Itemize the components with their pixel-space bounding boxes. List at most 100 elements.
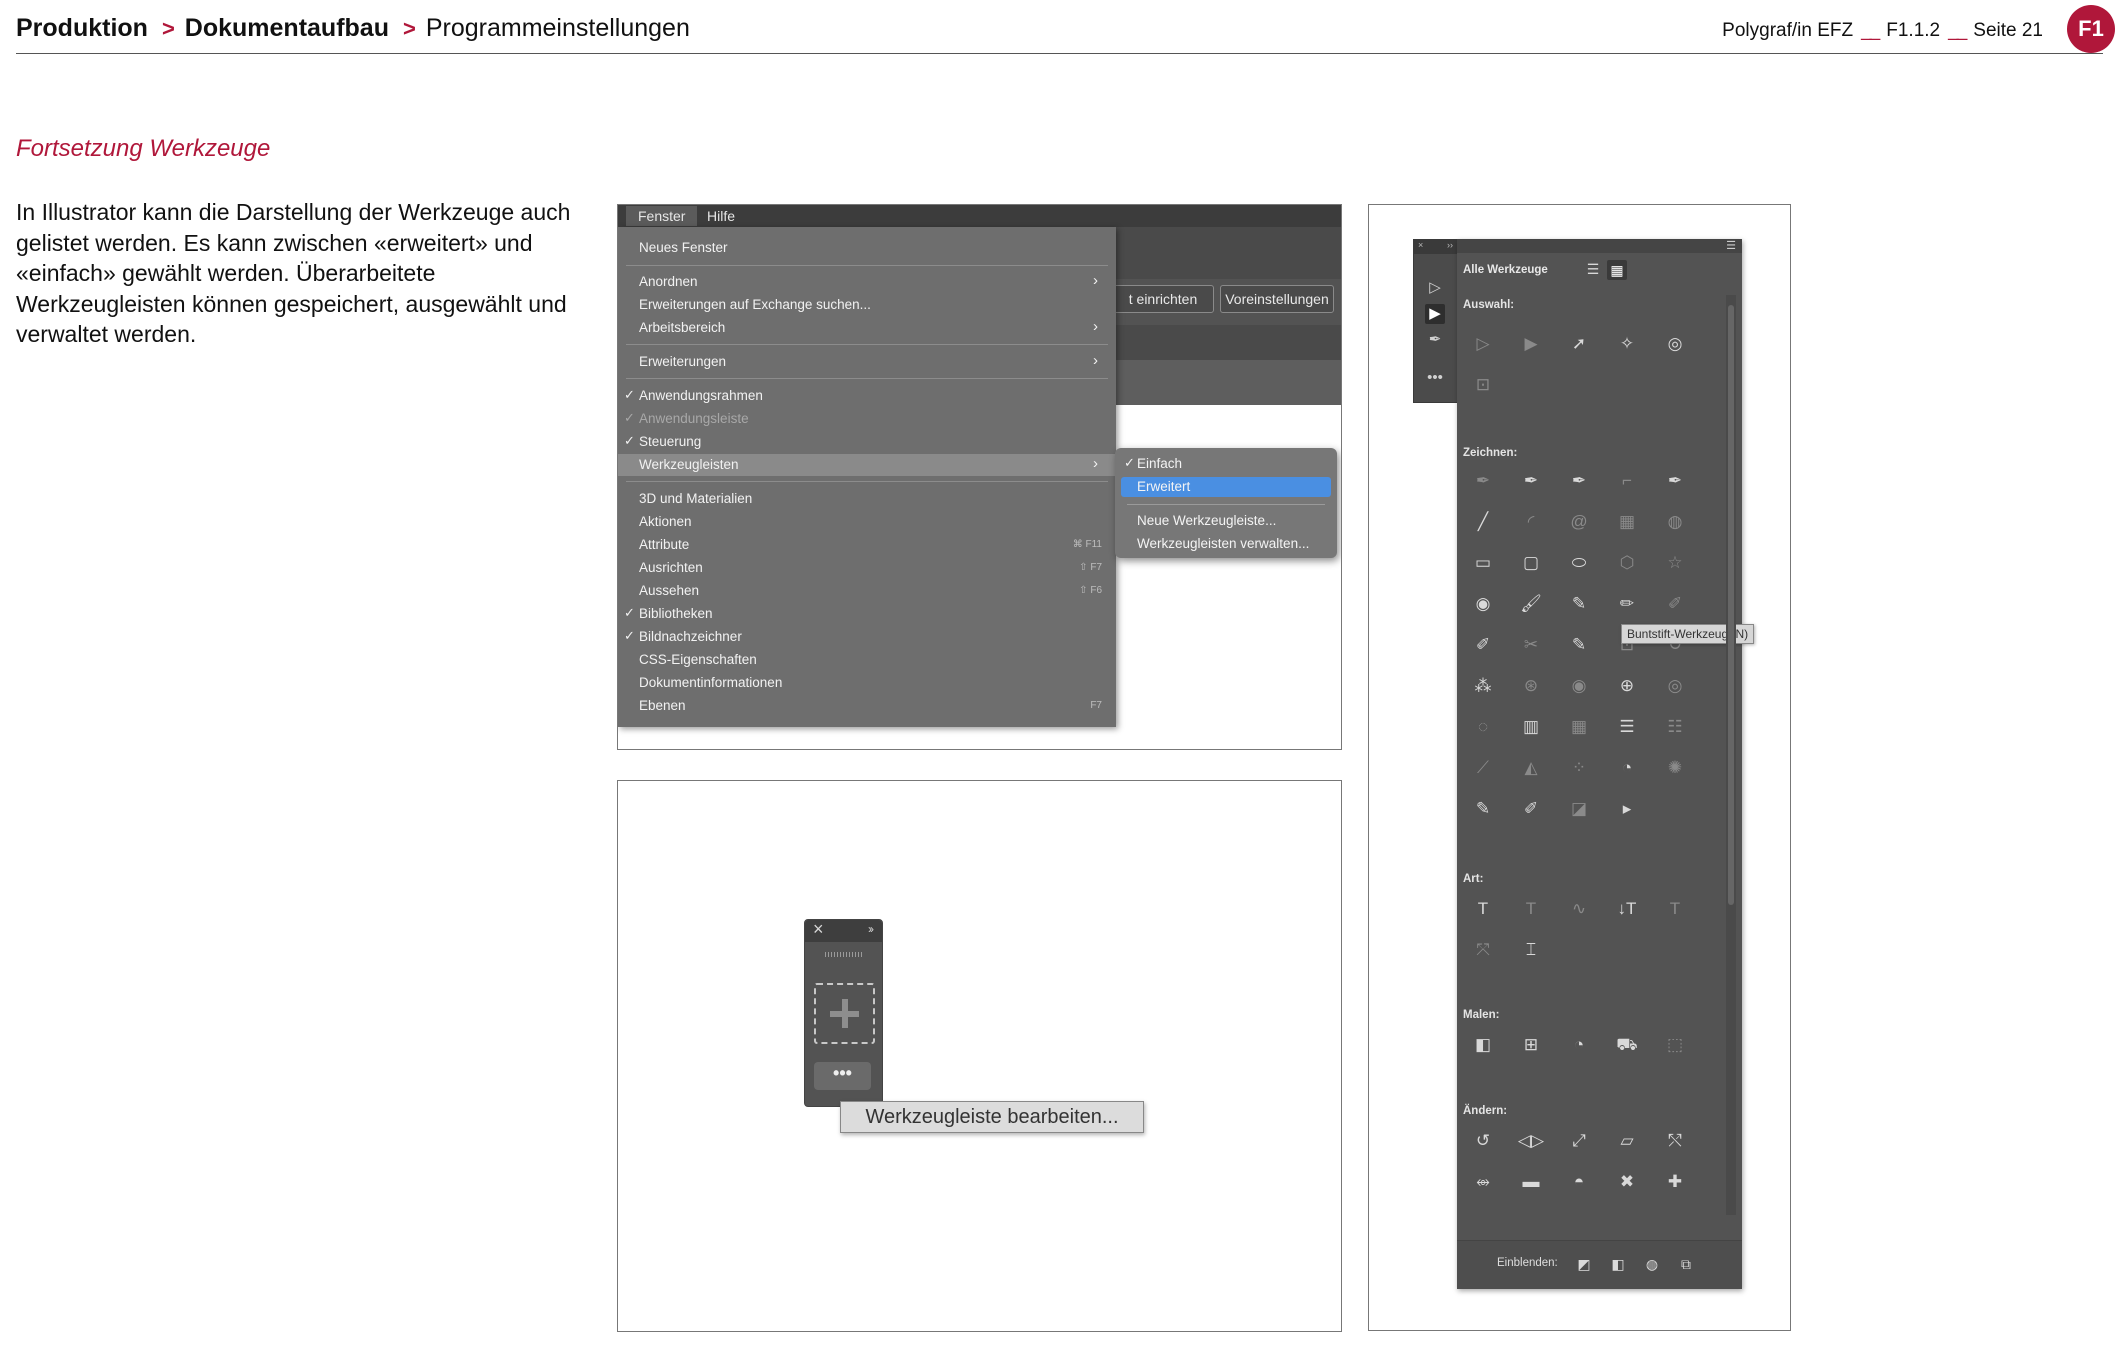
scatter-graph-icon[interactable]: ⁘: [1565, 754, 1593, 782]
smooth-tool-icon[interactable]: ✐: [1661, 590, 1689, 618]
menu-item[interactable]: CSS-Eigenschaften: [618, 649, 1116, 671]
menu-item-werkzeugleisten[interactable]: Werkzeugleisten ›: [618, 454, 1116, 476]
pen-tool-icon[interactable]: ✒: [1469, 467, 1497, 495]
line-graph-icon[interactable]: ⟋: [1469, 754, 1497, 782]
shape-builder-icon[interactable]: ◔: [1565, 1031, 1593, 1059]
flare-tool-icon[interactable]: ◉: [1469, 590, 1497, 618]
column-graph-icon[interactable]: ▥: [1517, 713, 1545, 741]
submenu-item-neue-werkzeugleiste[interactable]: Neue Werkzeugleiste...: [1121, 511, 1331, 531]
menu-item[interactable]: Erweiterungen ›: [618, 351, 1116, 373]
menu-item[interactable]: ✓ Anwendungsleiste: [618, 408, 1116, 430]
type-on-path-icon[interactable]: ∿: [1565, 895, 1593, 923]
rotate-tool-icon[interactable]: ↺: [1469, 1127, 1497, 1155]
drag-handle[interactable]: [825, 952, 862, 957]
ellipse-tool-icon[interactable]: ⬭: [1565, 549, 1593, 577]
type-tool-icon[interactable]: T: [1469, 895, 1497, 923]
menu-item[interactable]: Dokumentinformationen: [618, 672, 1116, 694]
pen-tool-icon[interactable]: ✒: [1425, 330, 1445, 350]
more-tools-icon[interactable]: •••: [1425, 368, 1445, 388]
retype-icon[interactable]: ⌶: [1517, 936, 1545, 964]
polar-grid-icon[interactable]: ◍: [1661, 508, 1689, 536]
collapse-icon[interactable]: ››: [868, 922, 874, 936]
symbol-scruncher-icon[interactable]: ◉: [1565, 672, 1593, 700]
touch-type-icon[interactable]: ⤧: [1469, 936, 1497, 964]
gradient-swatch-icon[interactable]: ◧: [1609, 1255, 1627, 1273]
menu-item[interactable]: Attribute ⌘ F11: [618, 534, 1116, 556]
selection-tool-icon[interactable]: ▷: [1425, 278, 1445, 298]
live-paint-selection-icon[interactable]: ⬚: [1661, 1031, 1689, 1059]
menu-item[interactable]: 3D und Materialien: [618, 488, 1116, 510]
pencil-tool-icon[interactable]: ✏: [1613, 590, 1641, 618]
warp-tool-icon[interactable]: ▬: [1517, 1168, 1545, 1196]
scale-tool-icon[interactable]: ⤢: [1565, 1127, 1593, 1155]
submenu-item-erweitert[interactable]: Erweitert: [1121, 477, 1331, 497]
menu-item[interactable]: Erweiterungen auf Exchange suchen...: [618, 294, 1116, 316]
direct-selection-tool-icon[interactable]: ▶: [1425, 304, 1445, 324]
edit-toolbar-button[interactable]: •••: [814, 1062, 871, 1090]
breadcrumb-dokumentaufbau[interactable]: Dokumentaufbau: [185, 14, 389, 43]
menu-hilfe[interactable]: Hilfe: [695, 206, 747, 226]
breadcrumb-produktion[interactable]: Produktion: [16, 14, 148, 43]
add-tool-slot[interactable]: [814, 983, 875, 1044]
symbol-spinner-icon[interactable]: ◎: [1661, 672, 1689, 700]
menu-item[interactable]: ✓ Bibliotheken: [618, 603, 1116, 625]
fill-stroke-icon[interactable]: ◩: [1575, 1255, 1593, 1273]
scissors-tool-icon[interactable]: ✂: [1517, 631, 1545, 659]
menu-item[interactable]: ✓ Bildnachzeichner: [618, 626, 1116, 648]
bloat-tool-icon[interactable]: ✚: [1661, 1168, 1689, 1196]
menu-item[interactable]: Aktionen: [618, 511, 1116, 533]
scrollbar[interactable]: [1726, 295, 1736, 1215]
reflect-tool-icon[interactable]: ◁▷: [1517, 1127, 1545, 1155]
bar-graph-icon[interactable]: ☰: [1613, 713, 1641, 741]
drawing-modes-icon[interactable]: ◍: [1643, 1255, 1661, 1273]
screen-mode-icon[interactable]: ⧉: [1677, 1255, 1695, 1273]
live-paint-bucket-icon[interactable]: ⛟: [1613, 1031, 1641, 1059]
radar-graph-icon[interactable]: ✺: [1661, 754, 1689, 782]
submenu-item-einfach[interactable]: ✓ Einfach: [1121, 454, 1331, 474]
menu-item[interactable]: Ebenen F7: [618, 695, 1116, 717]
twirl-tool-icon[interactable]: ◓: [1565, 1168, 1593, 1196]
delete-anchor-icon[interactable]: ✒: [1565, 467, 1593, 495]
curvature-tool-icon[interactable]: ✒: [1661, 467, 1689, 495]
anchor-point-icon[interactable]: ⌐: [1613, 467, 1641, 495]
add-anchor-icon[interactable]: ✒: [1517, 467, 1545, 495]
direct-selection-tool-icon[interactable]: ▶: [1517, 330, 1545, 358]
width-tool-icon[interactable]: ⥈: [1469, 1168, 1497, 1196]
selection-tool-icon[interactable]: ▷: [1469, 330, 1497, 358]
perspective-grid-icon[interactable]: ◪: [1565, 795, 1593, 823]
blob-brush-icon[interactable]: ✎: [1565, 590, 1593, 618]
vertical-area-type-icon[interactable]: T: [1661, 895, 1689, 923]
artboard-tool-icon[interactable]: ⊡: [1469, 371, 1497, 399]
line-tool-icon[interactable]: ╱: [1469, 508, 1497, 536]
scroll-thumb[interactable]: [1728, 305, 1734, 905]
pie-graph-icon[interactable]: ◔: [1613, 754, 1641, 782]
gradient-tool-icon[interactable]: ◧: [1469, 1031, 1497, 1059]
polygon-tool-icon[interactable]: ⬡: [1613, 549, 1641, 577]
setup-button[interactable]: t einrichten: [1112, 285, 1214, 313]
stacked-bar-graph-icon[interactable]: ☷: [1661, 713, 1689, 741]
list-view-icon[interactable]: ☰: [1585, 261, 1601, 277]
close-icon[interactable]: ×: [813, 919, 824, 940]
menu-item[interactable]: ✓ Steuerung: [618, 431, 1116, 453]
panel-menu-icon[interactable]: ☰: [1726, 239, 1736, 252]
star-tool-icon[interactable]: ☆: [1661, 549, 1689, 577]
eraser-tool-icon[interactable]: ✐: [1469, 631, 1497, 659]
submenu-item-werkzeugleisten-verwalten[interactable]: Werkzeugleisten verwalten...: [1121, 534, 1331, 554]
area-type-tool-icon[interactable]: T: [1517, 895, 1545, 923]
paintbrush-tool-icon[interactable]: 🖌: [1517, 590, 1545, 618]
menu-fenster[interactable]: Fenster: [626, 206, 698, 226]
menu-item[interactable]: Aussehen ⇧ F6: [618, 580, 1116, 602]
menu-item[interactable]: Neues Fenster: [618, 237, 1116, 259]
vertical-type-icon[interactable]: ↓T: [1613, 895, 1641, 923]
rounded-rectangle-icon[interactable]: ▢: [1517, 549, 1545, 577]
mesh-tool-icon[interactable]: ⊞: [1517, 1031, 1545, 1059]
symbol-stainer-icon[interactable]: ◌: [1469, 713, 1497, 741]
symbol-sprayer-icon[interactable]: ⁂: [1469, 672, 1497, 700]
shaper-tool-icon[interactable]: ✎: [1565, 631, 1593, 659]
grid-view-icon[interactable]: ▦: [1607, 260, 1627, 280]
shear-tool-icon[interactable]: ▱: [1613, 1127, 1641, 1155]
reshape-tool-icon[interactable]: ⤲: [1661, 1127, 1689, 1155]
stacked-column-graph-icon[interactable]: ▦: [1565, 713, 1593, 741]
spiral-tool-icon[interactable]: @: [1565, 508, 1593, 536]
menu-item[interactable]: ✓ Anwendungsrahmen: [618, 385, 1116, 407]
